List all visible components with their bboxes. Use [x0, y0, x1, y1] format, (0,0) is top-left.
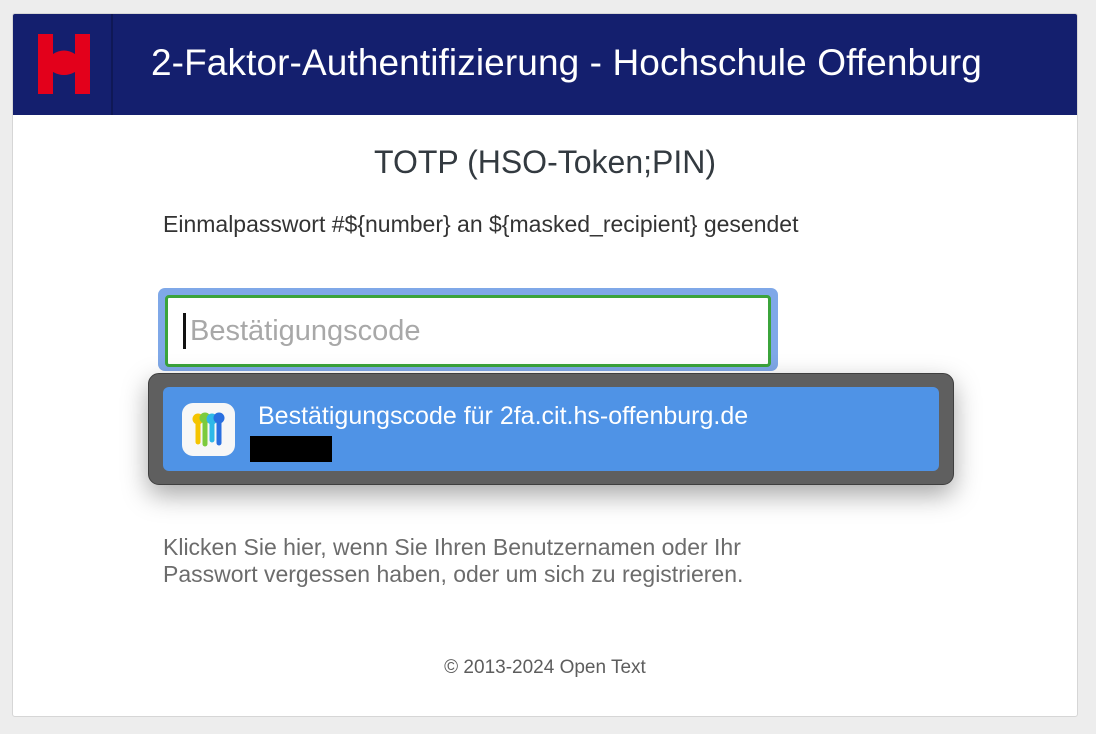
copyright-footer: © 2013-2024 Open Text: [444, 657, 646, 678]
otp-sent-message: Einmalpasswort #${number} an ${masked_re…: [163, 211, 799, 237]
auth-method-title: TOTP (HSO-Token;PIN): [374, 144, 716, 180]
autofill-suggestion[interactable]: Bestätigungscode für 2fa.cit.hs-offenbur…: [163, 387, 939, 471]
header-bar: 2-Faktor-Authentifizierung - Hochschule …: [13, 14, 1077, 115]
forgot-credentials-link[interactable]: Klicken Sie hier, wenn Sie Ihren Benutze…: [163, 534, 783, 587]
login-card: 2-Faktor-Authentifizierung - Hochschule …: [12, 13, 1078, 717]
page-header-title: 2-Faktor-Authentifizierung - Hochschule …: [151, 42, 982, 83]
autofill-suggestion-label: Bestätigungscode für 2fa.cit.hs-offenbur…: [258, 402, 749, 430]
logo-container: [13, 14, 113, 115]
hso-logo-icon: [38, 34, 90, 94]
verification-code-input[interactable]: [165, 295, 771, 367]
autofill-popup: Bestätigungscode für 2fa.cit.hs-offenbur…: [148, 373, 954, 485]
redacted-code: [250, 436, 332, 462]
passwords-keys-icon: [182, 403, 235, 456]
text-caret: [183, 313, 186, 349]
